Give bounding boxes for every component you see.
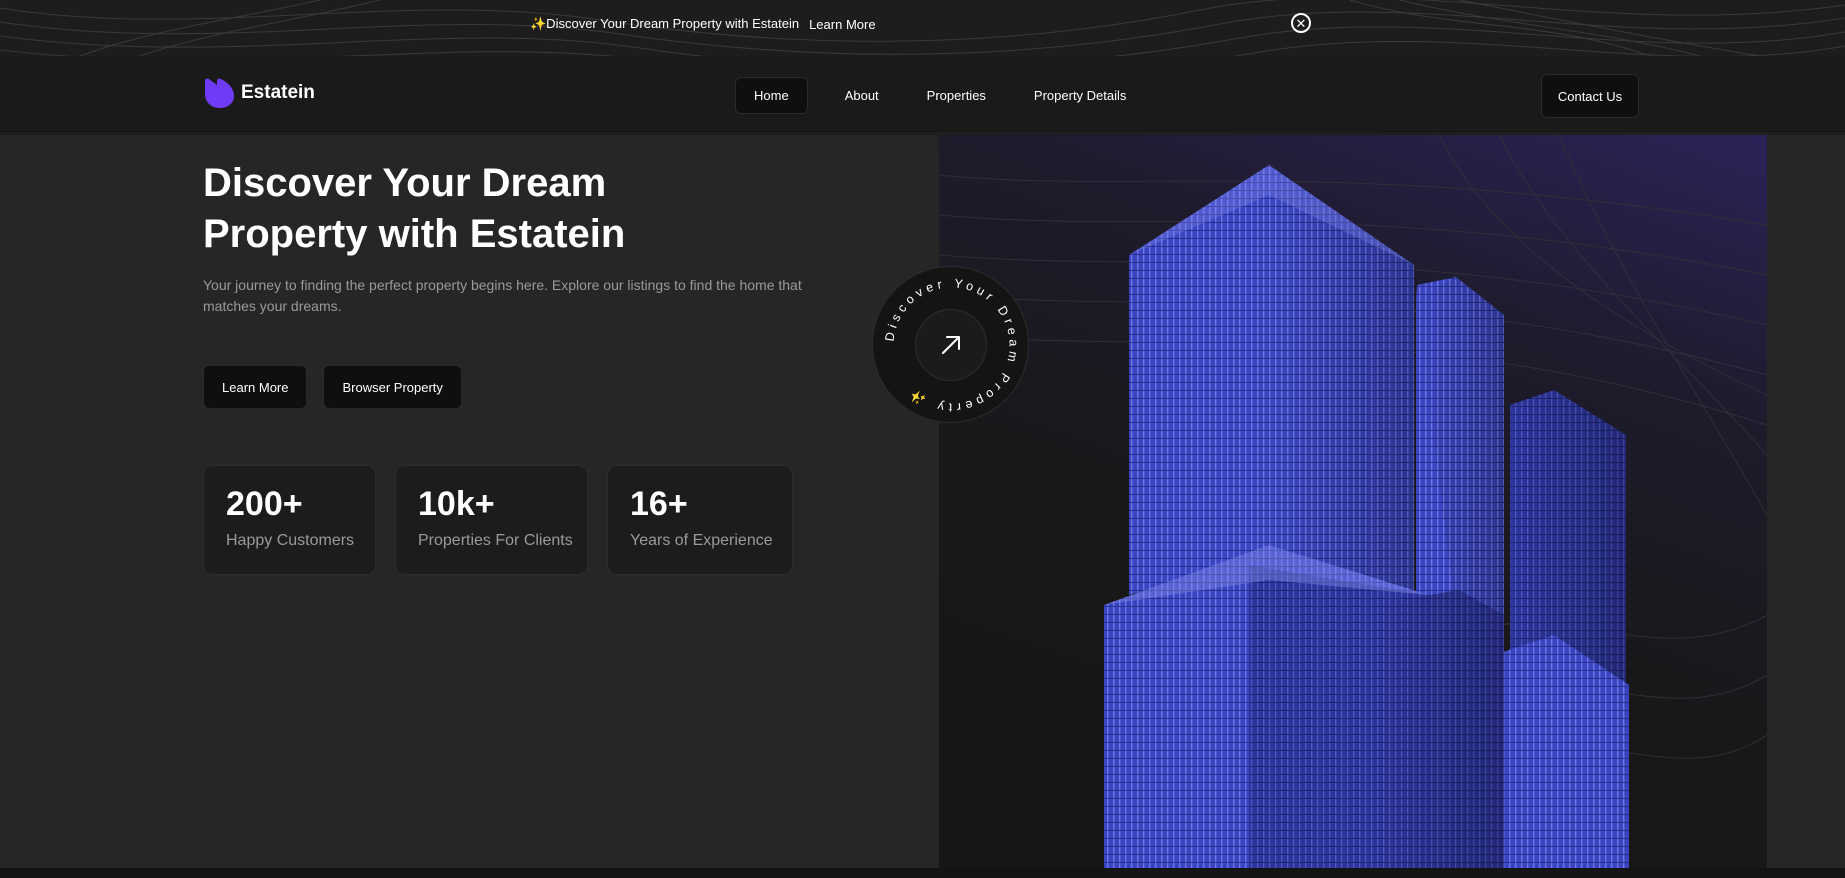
estatein-logo-icon xyxy=(205,78,234,108)
stat-card: 10k+ Properties For Clients xyxy=(395,465,588,575)
logo-text: Estatein xyxy=(241,82,315,103)
stats-row: 200+ Happy Customers 10k+ Properties For… xyxy=(203,465,793,575)
stat-value: 16+ xyxy=(630,485,688,523)
stat-card: 16+ Years of Experience xyxy=(607,465,793,575)
stat-label: Years of Experience xyxy=(630,532,773,549)
announcement-learn-more-link[interactable]: Learn More xyxy=(809,17,875,32)
announcement-message: ✨Discover Your Dream Property with Estat… xyxy=(530,16,876,32)
nav-about[interactable]: About xyxy=(826,77,898,114)
stat-value: 200+ xyxy=(226,485,303,523)
main-nav: Home About Properties Property Details xyxy=(735,77,1145,114)
hero-title-line-2: Property with Estatein xyxy=(203,212,626,256)
stat-label: Properties For Clients xyxy=(418,532,573,549)
stat-label: Happy Customers xyxy=(226,532,355,549)
nav-home[interactable]: Home xyxy=(735,77,808,114)
browse-property-button[interactable]: Browser Property xyxy=(323,365,462,409)
hero-right-edge xyxy=(1767,135,1845,868)
arrow-up-right-icon xyxy=(942,336,960,354)
stat-value: 10k+ xyxy=(418,485,495,523)
nav-property-details[interactable]: Property Details xyxy=(1015,77,1145,114)
discover-badge[interactable]: Discover Your Dream Property ✨ xyxy=(872,266,1029,423)
site-header: Estatein Home About Properties Property … xyxy=(0,56,1845,134)
badge-center xyxy=(915,309,987,381)
logo[interactable]: Estatein xyxy=(203,77,315,109)
nav-properties[interactable]: Properties xyxy=(908,77,1005,114)
learn-more-button[interactable]: Learn More xyxy=(203,365,308,409)
announcement-text: ✨Discover Your Dream Property with Estat… xyxy=(530,16,800,31)
hero-title: Discover Your Dream Property with Estate… xyxy=(203,158,763,260)
close-circle-icon[interactable]: ✕ xyxy=(1291,13,1311,33)
contact-us-button[interactable]: Contact Us xyxy=(1541,74,1639,118)
hero-title-line-1: Discover Your Dream xyxy=(203,161,607,205)
hero-subtitle: Your journey to finding the perfect prop… xyxy=(203,277,802,314)
building-illustration xyxy=(939,135,1767,868)
announcement-bar: ✨Discover Your Dream Property with Estat… xyxy=(0,0,1845,56)
hero-image-panel xyxy=(939,135,1767,868)
hero-buttons: Learn More Browser Property xyxy=(203,365,462,409)
stat-card: 200+ Happy Customers xyxy=(203,465,376,575)
bottom-strip xyxy=(0,868,1845,878)
wave-pattern-decoration xyxy=(0,0,1845,56)
